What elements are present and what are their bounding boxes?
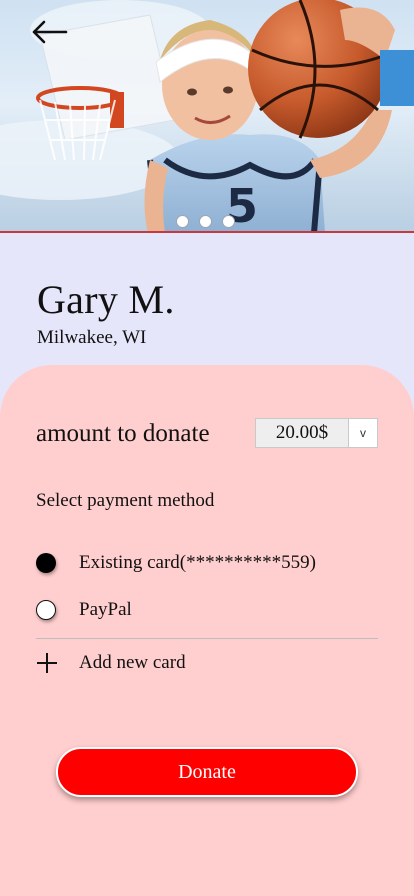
carousel-dot[interactable] (175, 215, 189, 228)
payment-option-existing-card[interactable]: Existing card(**********559) (36, 548, 316, 578)
add-new-card-label: Add new card (79, 652, 186, 673)
radio-selected-icon[interactable] (36, 553, 56, 573)
back-button[interactable] (30, 20, 74, 52)
recipient-location: Milwakee, WI (37, 327, 147, 348)
donate-button[interactable]: Donate (56, 747, 358, 797)
arrow-left-icon (32, 20, 68, 44)
chevron-down-icon[interactable]: v (349, 419, 377, 447)
carousel-dot[interactable] (198, 215, 212, 228)
plus-icon (36, 652, 58, 674)
carousel-indicator (0, 215, 414, 228)
add-new-card-button[interactable]: Add new card (36, 648, 186, 678)
payment-option-label: Existing card(**********559) (79, 552, 316, 573)
amount-value[interactable]: 20.00$ (256, 419, 349, 447)
hero-image: 5 (0, 0, 414, 233)
divider (36, 638, 378, 639)
radio-unselected-icon[interactable] (36, 600, 56, 620)
carousel-dot[interactable] (221, 215, 235, 228)
payment-method-label: Select payment method (36, 490, 215, 511)
amount-label: amount to donate (36, 420, 210, 447)
payment-option-paypal[interactable]: PayPal (36, 595, 132, 625)
amount-dropdown[interactable]: 20.00$ v (255, 418, 378, 448)
recipient-name: Gary M. (37, 277, 175, 322)
payment-option-label: PayPal (79, 599, 132, 620)
